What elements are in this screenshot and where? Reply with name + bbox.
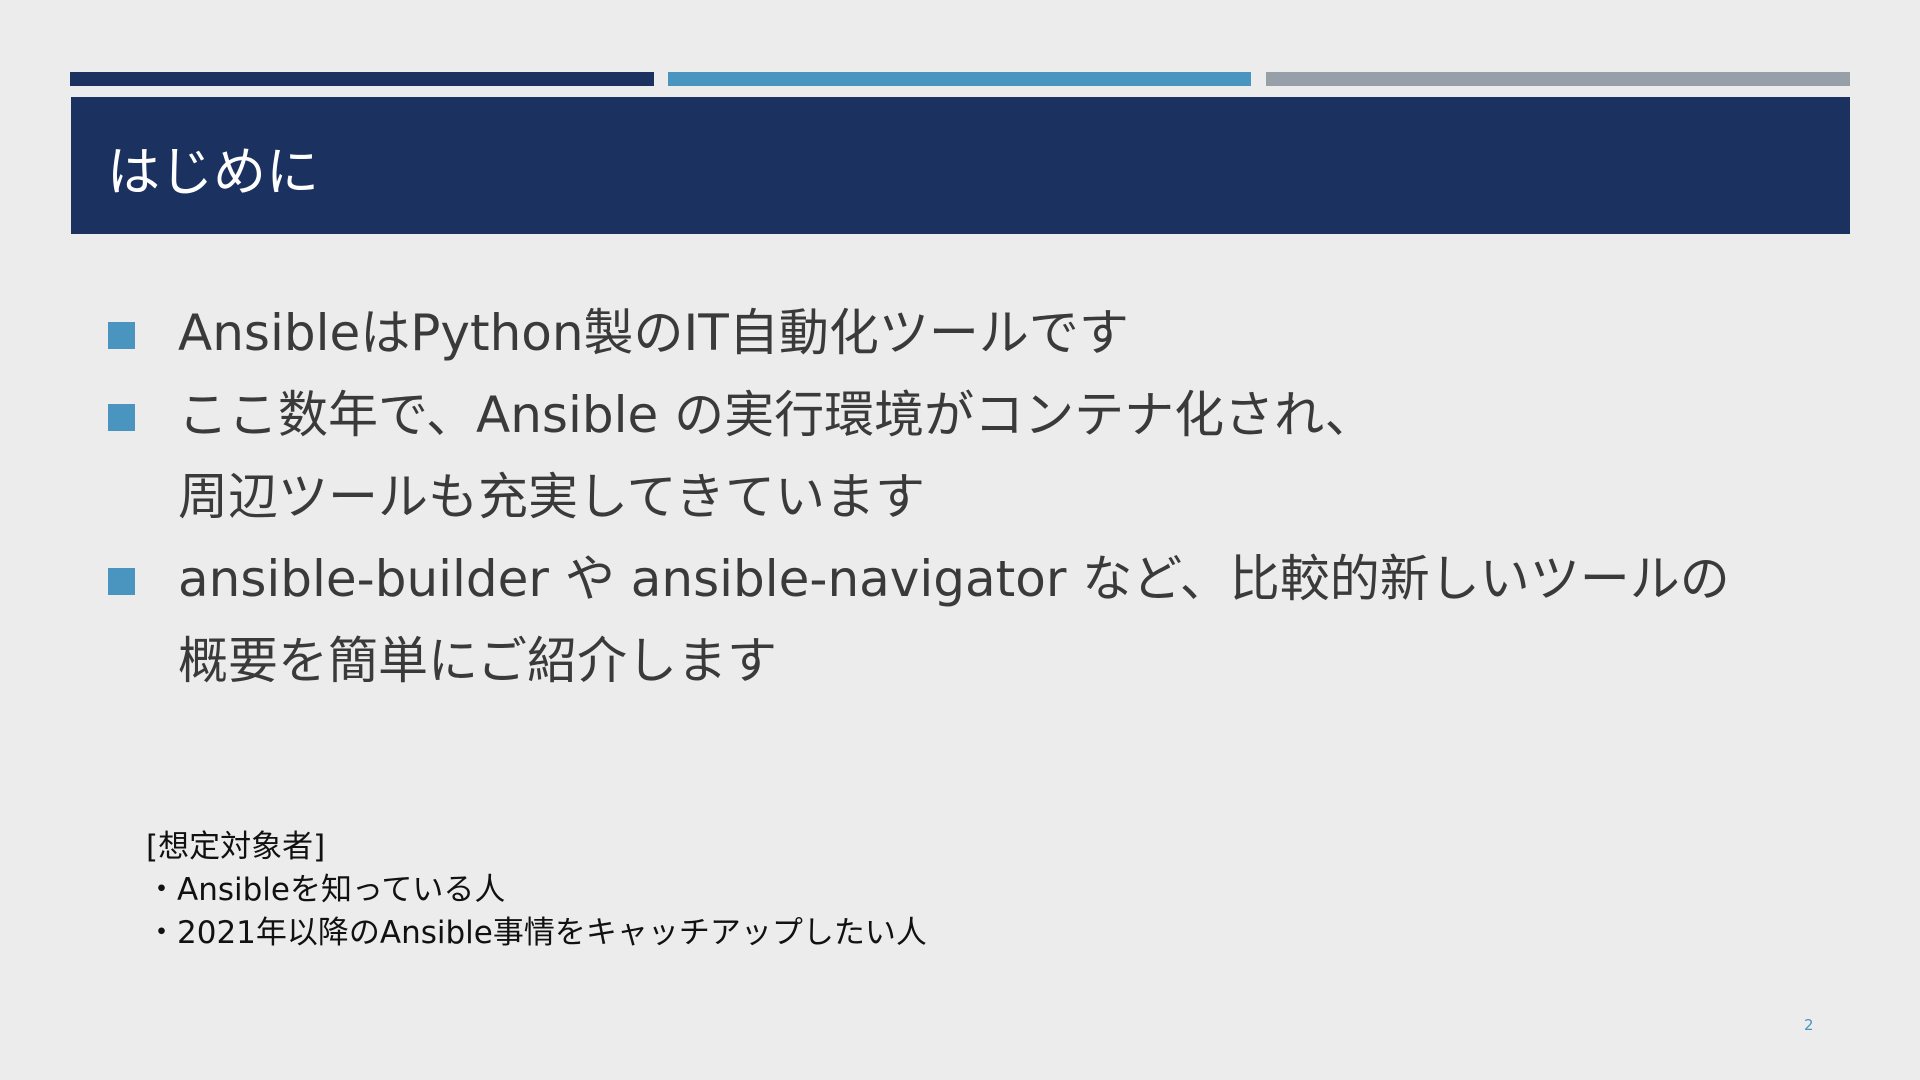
bullet-text-continued: 周辺ツールも充実してきています xyxy=(178,468,925,526)
square-bullet-icon xyxy=(108,322,135,349)
bullet-item: ansible-builder や ansible-navigator など、比… xyxy=(106,538,1806,702)
title-band: はじめに xyxy=(71,97,1850,234)
audience-item: ・2021年以降のAnsible事情をキャッチアップしたい人 xyxy=(146,915,927,951)
accent-bar-blue xyxy=(668,72,1251,86)
square-bullet-icon xyxy=(108,568,135,595)
square-bullet-icon xyxy=(108,404,135,431)
bullet-text: ansible-builder や ansible-navigator など、比… xyxy=(178,550,1730,608)
page-number: 2 xyxy=(1804,1016,1814,1034)
audience-heading: [想定対象者] xyxy=(146,829,326,865)
bullet-text: AnsibleはPython製のIT自動化ツールです xyxy=(178,304,1129,362)
bullet-item: ここ数年で、Ansible の実行環境がコンテナ化され、 周辺ツールも充実してき… xyxy=(106,374,1806,538)
slide: はじめに AnsibleはPython製のIT自動化ツールです ここ数年で、An… xyxy=(0,0,1920,1080)
slide-title: はじめに xyxy=(107,142,319,203)
bullet-text: ここ数年で、Ansible の実行環境がコンテナ化され、 xyxy=(178,386,1375,444)
bullet-list: AnsibleはPython製のIT自動化ツールです ここ数年で、Ansible… xyxy=(106,292,1806,702)
target-audience-note: [想定対象者] ・Ansibleを知っている人 ・2021年以降のAnsible… xyxy=(146,826,927,955)
accent-bar-navy xyxy=(70,72,654,86)
audience-item: ・Ansibleを知っている人 xyxy=(146,872,506,908)
bullet-text-continued: 概要を簡単にご紹介します xyxy=(178,632,777,690)
bullet-item: AnsibleはPython製のIT自動化ツールです xyxy=(106,292,1806,374)
accent-bar-gray xyxy=(1266,72,1850,86)
